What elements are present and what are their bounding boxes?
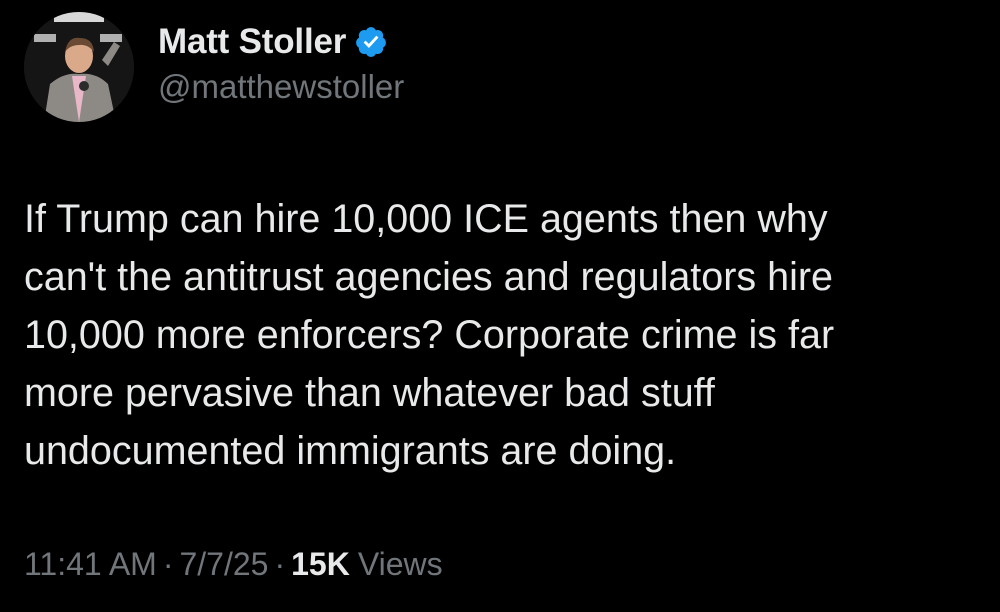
tweet-meta: 11:41 AM · 7/7/25 · 15K Views — [24, 546, 443, 583]
avatar[interactable] — [24, 12, 134, 122]
meta-separator: · — [162, 546, 174, 582]
views-label[interactable]: Views — [358, 546, 443, 583]
author-name-row[interactable]: Matt Stoller — [158, 20, 388, 64]
tweet-text: If Trump can hire 10,000 ICE agents then… — [24, 197, 835, 473]
verified-badge-icon — [354, 25, 388, 59]
meta-separator-2: · — [274, 546, 286, 582]
avatar-photo — [24, 12, 134, 122]
tweet-time[interactable]: 11:41 AM — [24, 546, 157, 583]
author-display-name[interactable]: Matt Stoller — [158, 22, 346, 62]
views-count[interactable]: 15K — [291, 546, 350, 583]
author-handle[interactable]: @matthewstoller — [158, 68, 404, 106]
tweet-date[interactable]: 7/7/25 — [179, 546, 268, 583]
